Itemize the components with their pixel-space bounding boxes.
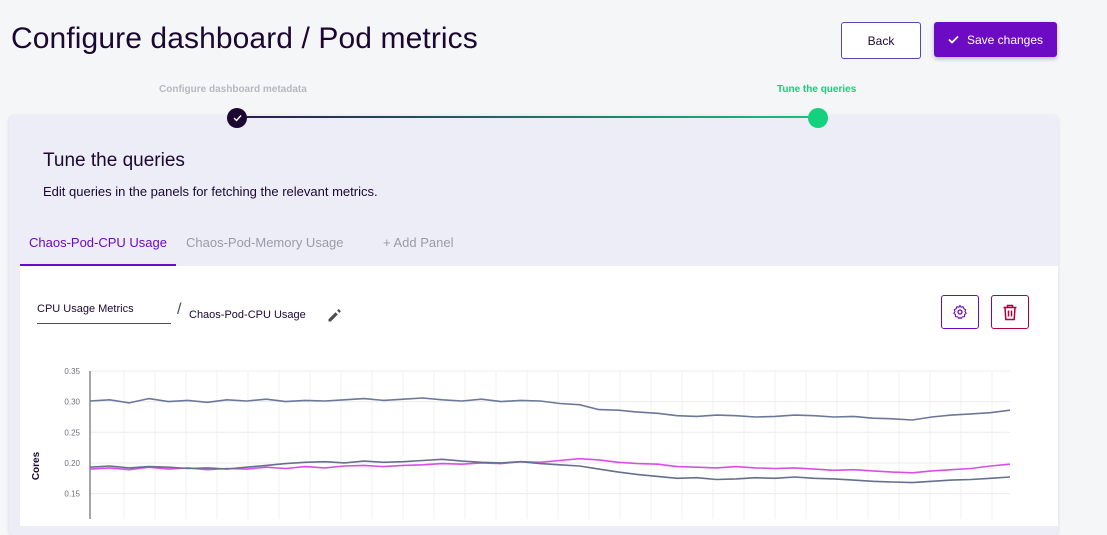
panel-name: Chaos-Pod-CPU Usage xyxy=(189,309,306,321)
path-separator: / xyxy=(177,301,182,318)
y-tick-label: 0.25 xyxy=(64,428,80,437)
trash-icon xyxy=(1003,304,1017,320)
y-tick-label: 0.20 xyxy=(64,459,80,468)
tab-chaos-pod-memory-usage[interactable]: Chaos-Pod-Memory Usage xyxy=(186,226,344,264)
y-tick-label: 0.30 xyxy=(64,398,80,407)
cpu-usage-chart: 0.35 0.30 0.25 0.20 0.15 Cores xyxy=(31,367,1011,519)
panel-group-input[interactable]: CPU Usage Metrics xyxy=(37,303,171,324)
card-description: Edit queries in the panels for fetching … xyxy=(43,184,378,199)
panel-delete-button[interactable] xyxy=(991,295,1029,329)
step-tune-queries-label: Tune the queries xyxy=(777,84,857,95)
chart-grid xyxy=(90,370,1010,519)
stepper-connector xyxy=(237,116,819,118)
panel-settings-button[interactable] xyxy=(941,295,979,329)
y-tick-label: 0.35 xyxy=(64,367,80,376)
y-axis-label: Cores xyxy=(31,451,42,480)
gear-icon xyxy=(953,304,967,320)
add-panel-tab[interactable]: + Add Panel xyxy=(383,226,453,264)
y-tick-label: 0.15 xyxy=(64,490,80,499)
tab-chaos-pod-cpu-usage[interactable]: Chaos-Pod-CPU Usage xyxy=(20,226,176,266)
series-line-2[interactable] xyxy=(89,457,1011,474)
check-icon xyxy=(233,115,242,122)
card-title: Tune the queries xyxy=(43,150,185,171)
pencil-icon[interactable] xyxy=(326,308,342,324)
chart-series xyxy=(89,397,1011,484)
panel-tabs: Chaos-Pod-CPU Usage Chaos-Pod-Memory Usa… xyxy=(20,226,482,267)
back-button[interactable]: Back xyxy=(841,22,921,59)
step-active-indicator[interactable] xyxy=(808,108,828,128)
page-title: Configure dashboard / Pod metrics xyxy=(11,22,478,55)
save-changes-button[interactable]: Save changes xyxy=(934,22,1057,57)
step-configure-metadata-label: Configure dashboard metadata xyxy=(159,84,307,95)
step-completed-indicator[interactable] xyxy=(227,108,247,128)
y-axis-ticks: 0.35 0.30 0.25 0.20 0.15 xyxy=(64,367,80,499)
save-changes-label: Save changes xyxy=(966,32,1044,47)
check-icon xyxy=(948,35,959,44)
